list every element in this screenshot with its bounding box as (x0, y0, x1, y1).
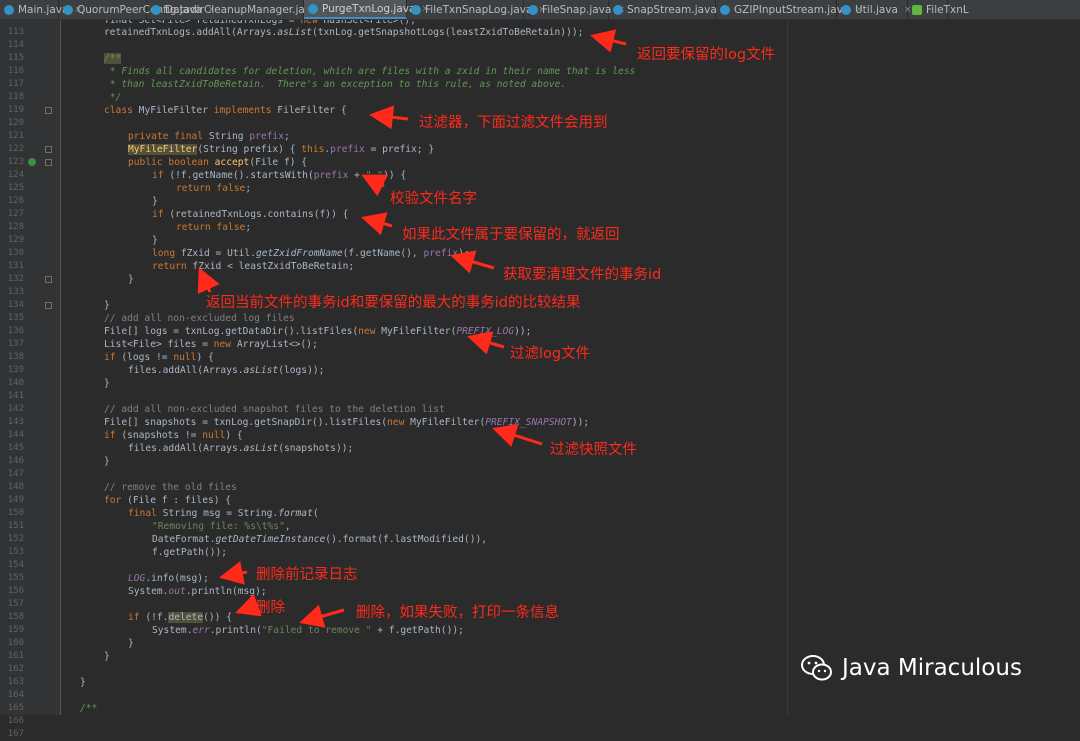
arrow-2 (369, 105, 409, 130)
arrow-5 (450, 250, 495, 274)
arrow-6 (197, 267, 220, 295)
arrow-1 (590, 29, 627, 53)
line-number: 167 (7, 729, 24, 739)
arrow-3 (361, 174, 389, 197)
arrow-8 (492, 423, 543, 447)
line-number: 166 (7, 716, 24, 726)
annotation-filter-snapshot: 过滤快照文件 (550, 442, 637, 458)
annotation-filter: 过滤器，下面过滤文件会用到 (419, 115, 608, 131)
annotation-delete: 删除 (256, 600, 285, 616)
annotation-get-zxid: 获取要清理文件的事务id (503, 267, 662, 283)
arrow-9 (219, 561, 248, 585)
annotation-filter-log: 过滤log文件 (510, 346, 591, 362)
watermark-text: Java Miraculous (842, 655, 1022, 681)
arrow-7 (467, 331, 505, 355)
annotation-retained-return: 如果此文件属于要保留的，就返回 (402, 227, 620, 243)
annotation-compare-result: 返回当前文件的事务id和要保留的最大的事务id的比较结果 (206, 295, 581, 311)
wechat-icon (801, 655, 832, 681)
arrow-11 (299, 604, 345, 628)
annotation-retained-log: 返回要保留的log文件 (637, 47, 776, 63)
annotation-delete-fail: 删除，如果失败，打印一条信息 (356, 605, 559, 621)
arrow-4 (361, 212, 393, 236)
arrow-10 (235, 593, 262, 617)
annotation-log-before-delete: 删除前记录日志 (256, 567, 358, 583)
annotation-check-name: 校验文件名字 (390, 191, 477, 207)
watermark: Java Miraculous (800, 653, 1022, 683)
